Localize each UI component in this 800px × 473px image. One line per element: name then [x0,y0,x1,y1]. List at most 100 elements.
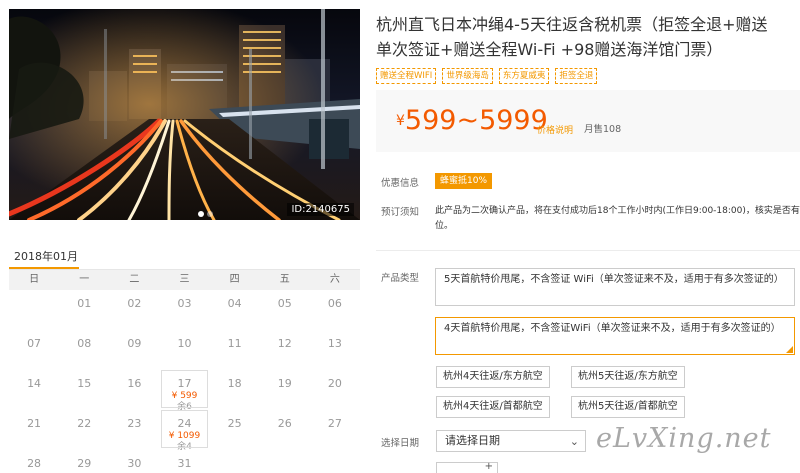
notice-label: 预订须知 [381,207,420,218]
calendar-day: 07 [9,330,59,370]
calendar-day-number: 05 [277,297,292,310]
date-select[interactable]: 请选择日期 ⌄ [436,430,586,452]
product-tag: 世界级海岛 [442,68,493,84]
calendar-day-number: 30 [127,457,142,470]
calendar-day: 11 [210,330,260,370]
price-value: 599~5999 [404,105,548,136]
route-option[interactable]: 杭州5天往返/东方航空 [571,366,685,388]
package-option-text: 4天首航特价甩尾，不含签证WiFi（单次签证来不及，适用于有多次签证的） [444,323,781,334]
calendar-day: 29 [59,450,109,473]
promo-label: 优惠信息 [381,178,420,189]
night-city-photo [9,9,360,220]
booking-notice: 此产品为二次确认产品，将在支付成功后18个工作小时内(工作日9:00-18:00… [435,206,800,231]
calendar-day-number: 22 [77,417,92,430]
calendar-day: 04 [210,290,260,330]
calendar-day: 06 [310,290,360,330]
product-title-line: 杭州直飞日本冲绳4-5天往返含税机票（拒签全退+赠送 [376,15,768,34]
calendar-day-number: 13 [327,337,342,350]
promo-badge: 蜂蜜抵10% [435,173,493,189]
calendar-weekday: 二 [129,274,140,285]
calendar-day-number: 26 [277,417,292,430]
calendar-day-number: 27 [327,417,342,430]
selected-corner-mark [786,346,793,353]
calendar-weekday: 一 [79,274,90,285]
calendar-day-available[interactable]: 17 ¥ 599 余6 [159,370,209,412]
calendar-day: 31 [159,450,209,473]
calendar-day: 14 [9,370,59,410]
calendar-day-number: 10 [177,337,192,350]
calendar-day-number: 02 [127,297,142,310]
calendar-day-number: 11 [227,337,242,350]
calendar-day-available[interactable]: 24 ¥ 1099 余4 [159,410,209,452]
calendar-day-number: 09 [127,337,142,350]
package-option[interactable]: 5天首航特价甩尾，不含签证 WiFi（单次签证来不及，适用于有多次签证的） [435,268,795,306]
date-label: 选择日期 [381,438,420,449]
calendar-day-number: 18 [227,377,242,390]
calendar-day-border [161,370,208,408]
calendar-day-number: 01 [77,297,92,310]
calendar-day: 15 [59,370,109,410]
calendar-weekday: 三 [179,274,190,285]
calendar-day: 23 [109,410,159,450]
calendar-day-number: 21 [27,417,42,430]
calendar-day: 21 [9,410,59,450]
carousel-dot[interactable] [207,211,213,217]
calendar-day: 12 [260,330,310,370]
calendar-day-number: 20 [327,377,342,390]
calendar-day-number: 06 [327,297,342,310]
calendar-day-number: 08 [77,337,92,350]
calendar-day: 22 [59,410,109,450]
product-tag: 东方夏威夷 [498,68,550,84]
calendar-day-number: 14 [27,377,42,390]
currency-symbol: ¥ [396,113,405,129]
calendar-day: 05 [260,290,310,330]
package-option-selected[interactable]: 4天首航特价甩尾，不含签证WiFi（单次签证来不及，适用于有多次签证的） [435,317,795,355]
section-divider [376,250,800,251]
route-option[interactable]: 杭州4天往返/东方航空 [436,366,550,388]
calendar-day: 30 [109,450,159,473]
quantity-stepper[interactable]: + [436,461,498,473]
calendar-day-number: 28 [27,457,42,470]
price-range: ¥599~5999 [396,104,548,138]
calendar-weekday: 日 [29,274,40,285]
product-type-label: 产品类型 [381,273,420,284]
calendar-grid: 01 02 03 04 05 06 07 08 09 10 11 12 13 14 15 16 17 ¥ 599 余… [9,290,360,473]
route-option[interactable]: 杭州4天往返/首都航空 [436,396,550,418]
calendar-day-number: 07 [27,337,42,350]
product-title: 杭州直飞日本冲绳4-5天往返含税机票（拒签全退+赠送 单次签证+赠送全程Wi-F… [376,12,800,62]
calendar-day: 20 [310,370,360,410]
calendar-day: 13 [310,330,360,370]
calendar-weekday: 四 [229,274,240,285]
calendar-day-number: 04 [227,297,242,310]
calendar-day-number: 29 [77,457,92,470]
route-option[interactable]: 杭州5天往返/首都航空 [571,396,685,418]
calendar-day-number: 19 [277,377,292,390]
calendar-weekday: 五 [279,274,290,285]
product-tags: 赠送全程WIFI 世界级海岛 东方夏威夷 拒签全退 [376,68,598,84]
calendar-day: 19 [260,370,310,410]
calendar-weekday: 六 [329,274,340,285]
price-explanation-link[interactable]: 价格说明 [537,123,573,136]
calendar-day-number: 15 [77,377,92,390]
calendar-day-number: 25 [227,417,242,430]
calendar-day: 18 [210,370,260,410]
image-id-label: ID:2140675 [287,203,354,216]
price-panel: ¥599~5999 价格说明 月售108 [376,90,800,152]
calendar-day-number: 31 [177,457,192,470]
product-image[interactable]: ID:2140675 [9,9,360,220]
calendar-day-number: 23 [127,417,142,430]
product-tag: 赠送全程WIFI [376,68,437,84]
calendar-month-tab[interactable]: 2018年01月 [14,248,78,264]
monthly-sales: 月售108 [584,124,622,135]
calendar-day: 10 [159,330,209,370]
product-tag: 拒签全退 [555,68,598,84]
calendar-day [9,290,59,330]
calendar-day: 03 [159,290,209,330]
plus-icon[interactable]: + [485,461,493,472]
carousel-dot[interactable] [198,211,204,217]
calendar-day: 16 [109,370,159,410]
calendar-day: 26 [260,410,310,450]
calendar-day: 02 [109,290,159,330]
calendar-day: 25 [210,410,260,450]
calendar-day: 08 [59,330,109,370]
